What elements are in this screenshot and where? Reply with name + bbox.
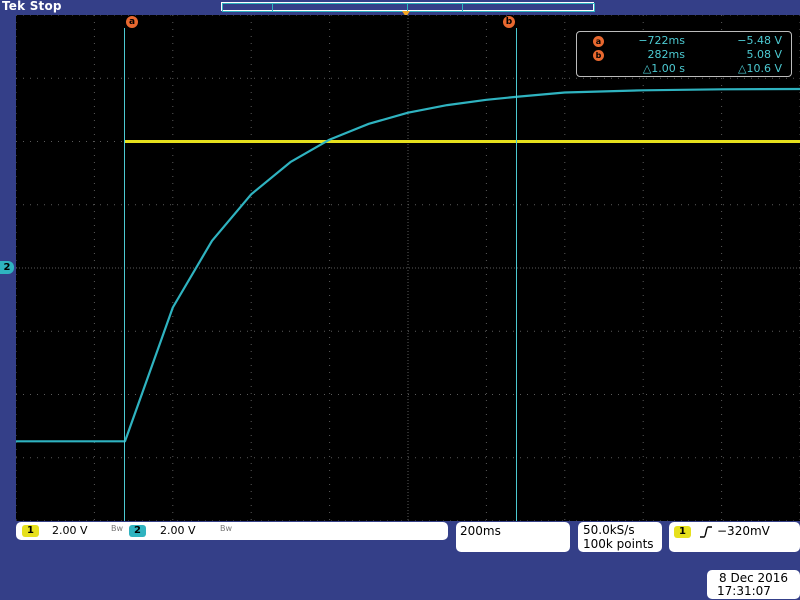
ch1-badge[interactable]: 1 <box>22 525 39 537</box>
record-tick <box>272 3 273 12</box>
scope-status-label: Tek Stop <box>2 0 62 13</box>
cursor-readout: a −722ms −5.48 V b 282ms 5.08 V △1.00 s … <box>576 31 792 77</box>
channel-settings-panel[interactable]: 1 2.00 V Bw 2 2.00 V Bw <box>16 522 448 540</box>
timebase-panel[interactable]: 200ms <box>456 522 570 552</box>
cursor-delta-readout: △1.00 s △10.6 V <box>577 62 793 76</box>
ch2-ground-marker[interactable]: 2 <box>0 261 14 274</box>
cursor-a-line[interactable] <box>124 28 125 521</box>
datetime-panel: 8 Dec 2016 17:31:07 <box>707 570 800 599</box>
record-length-indicator[interactable] <box>221 2 595 12</box>
sample-rate: 50.0kS/s <box>583 523 635 537</box>
cursor-b-badge: b <box>593 50 604 61</box>
ch2-bandwidth-icon: Bw <box>220 524 233 533</box>
cursor-a-time: −722ms <box>638 34 685 47</box>
trigger-panel[interactable]: 1 −320mV <box>669 522 800 552</box>
record-tick <box>462 3 463 12</box>
cursor-a-value: −5.48 V <box>737 34 782 47</box>
cursor-b-value: 5.08 V <box>746 48 782 61</box>
ch2-badge[interactable]: 2 <box>129 525 146 537</box>
rising-edge-icon <box>700 526 712 538</box>
cursor-b-readout: b 282ms 5.08 V <box>577 48 793 62</box>
trigger-source-badge: 1 <box>674 526 691 538</box>
cursor-b-line[interactable] <box>516 28 517 521</box>
time-label: 17:31:07 <box>717 584 771 598</box>
timebase-scale: 200ms <box>460 524 501 538</box>
cursor-delta-value: △10.6 V <box>738 62 782 75</box>
ch1-bandwidth-icon: Bw <box>111 524 124 533</box>
date-label: 8 Dec 2016 <box>719 571 789 585</box>
acquisition-panel[interactable]: 50.0kS/s 100k points <box>578 522 662 552</box>
ch1-scale[interactable]: 2.00 V <box>52 524 88 537</box>
cursor-a-badge: a <box>593 36 604 47</box>
cursor-a-marker[interactable]: a <box>126 16 138 28</box>
ch2-scale[interactable]: 2.00 V <box>160 524 196 537</box>
status-bar: Tek Stop <box>0 0 800 17</box>
cursor-a-readout: a −722ms −5.48 V <box>577 34 793 48</box>
cursor-delta-time: △1.00 s <box>642 62 685 75</box>
record-points: 100k points <box>583 537 654 551</box>
waveform-display[interactable] <box>15 14 800 522</box>
waveform-plot <box>15 14 800 522</box>
cursor-b-time: 282ms <box>647 48 685 61</box>
cursor-b-marker[interactable]: b <box>503 16 515 28</box>
trigger-level: −320mV <box>717 524 770 538</box>
